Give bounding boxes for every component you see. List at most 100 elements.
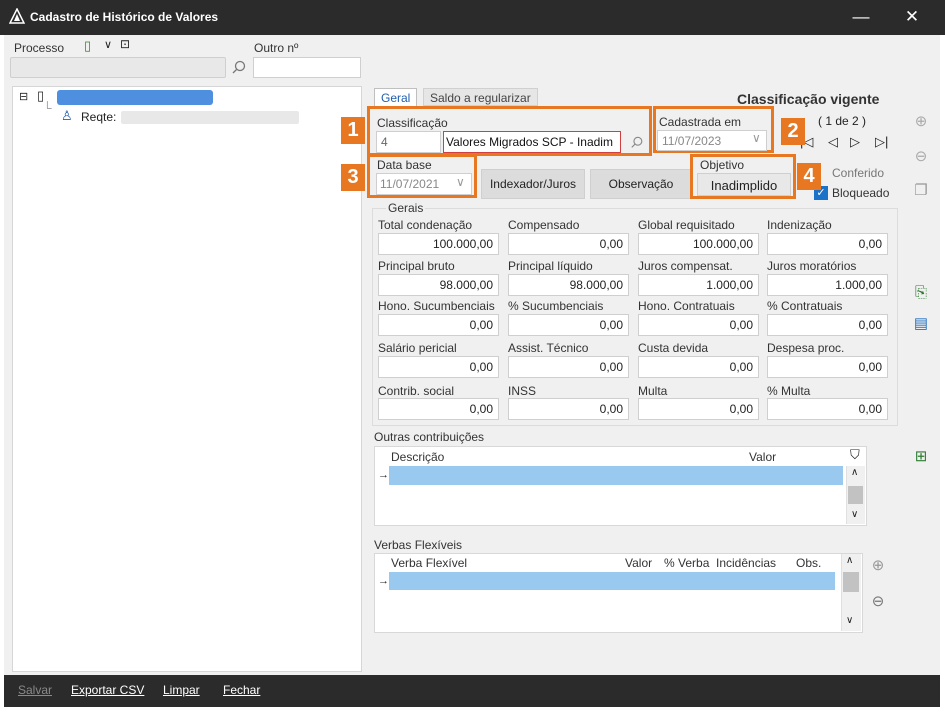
app-logo-icon xyxy=(9,8,25,24)
compensado-field[interactable]: 0,00 xyxy=(508,233,629,255)
person-icon: ♙ xyxy=(61,108,73,123)
callout-badge-3: 3 xyxy=(341,164,365,191)
objetivo-select[interactable]: Inadimplido xyxy=(697,173,791,196)
verbas-row[interactable] xyxy=(389,572,835,590)
outras-row[interactable] xyxy=(389,466,843,485)
total-condenacao-field[interactable]: 100.000,00 xyxy=(378,233,499,255)
chevron-down-icon[interactable]: ∨ xyxy=(456,175,465,189)
search-icon[interactable] xyxy=(231,60,247,76)
processo-input[interactable] xyxy=(10,57,226,78)
indexador-button[interactable]: Indexador/Juros xyxy=(481,169,585,199)
principal-bruto-label: Principal bruto xyxy=(378,259,455,273)
table-icon[interactable]: ▤ xyxy=(912,315,930,333)
pct-contratuais-field[interactable]: 0,00 xyxy=(767,314,888,336)
window-title: Cadastro de Histórico de Valores xyxy=(30,10,219,24)
chevron-down-icon: ∨ xyxy=(752,131,761,145)
close-button[interactable]: ✕ xyxy=(900,6,924,28)
hono-contratuais-field[interactable]: 0,00 xyxy=(638,314,759,336)
pct-sucumbenciais-field[interactable]: 0,00 xyxy=(508,314,629,336)
filter-icon[interactable]: ⛉ xyxy=(850,447,860,463)
juros-compensat-label: Juros compensat. xyxy=(638,259,733,273)
gerais-label: Gerais xyxy=(386,201,426,215)
scroll-down-icon[interactable]: ∨ xyxy=(846,615,853,626)
reqte-value[interactable] xyxy=(121,111,299,124)
add-verba-icon[interactable]: ⊕ xyxy=(869,557,887,575)
callout-badge-2: 2 xyxy=(781,118,805,145)
prev-page-icon[interactable]: ◁ xyxy=(828,134,838,150)
juros-moratorios-field[interactable]: 1.000,00 xyxy=(767,274,888,296)
hono-sucumbenciais-field[interactable]: 0,00 xyxy=(378,314,499,336)
multa-label: Multa xyxy=(638,384,668,398)
assist-tecnico-field[interactable]: 0,00 xyxy=(508,356,629,378)
reqte-label: Reqte: xyxy=(81,110,117,124)
contrib-social-label: Contrib. social xyxy=(378,384,455,398)
bookmark-icon[interactable]: ⊡ xyxy=(120,37,130,51)
outro-input[interactable] xyxy=(253,57,361,78)
new-process-icon[interactable]: ▯ xyxy=(84,38,91,54)
chevron-down-icon[interactable]: ∨ xyxy=(104,38,112,51)
inss-label: INSS xyxy=(508,384,537,398)
classificacao-value[interactable]: Valores Migrados SCP - Inadim xyxy=(443,131,621,153)
outras-col-descricao: Descrição xyxy=(391,450,445,464)
outras-col-valor: Valor xyxy=(749,450,777,464)
juros-moratorios-label: Juros moratórios xyxy=(767,259,857,273)
principal-liquido-field[interactable]: 98.000,00 xyxy=(508,274,629,296)
scroll-up-icon[interactable]: ∧ xyxy=(851,467,858,478)
salario-pericial-field[interactable]: 0,00 xyxy=(378,356,499,378)
observacao-button[interactable]: Observação xyxy=(590,169,692,199)
footer-bar: Salvar Exportar CSV Limpar Fechar xyxy=(4,675,940,707)
outras-grid[interactable] xyxy=(374,446,867,526)
hono-contratuais-label: Hono. Contratuais xyxy=(638,299,735,313)
add-icon[interactable]: ⊕ xyxy=(912,113,930,131)
scroll-thumb[interactable] xyxy=(848,486,863,504)
remove-icon[interactable]: ⊖ xyxy=(912,148,930,166)
principal-bruto-field[interactable]: 98.000,00 xyxy=(378,274,499,296)
hono-sucumbenciais-label: Hono. Sucumbenciais xyxy=(378,299,495,313)
pct-multa-field[interactable]: 0,00 xyxy=(767,398,888,420)
inss-field[interactable]: 0,00 xyxy=(508,398,629,420)
limpar-button[interactable]: Limpar xyxy=(163,683,200,697)
minimize-button[interactable]: — xyxy=(849,6,873,28)
juros-compensat-field[interactable]: 1.000,00 xyxy=(638,274,759,296)
collapse-icon[interactable]: ⊟ xyxy=(19,90,28,103)
scroll-down-icon[interactable]: ∨ xyxy=(851,509,858,520)
verbas-col-valor: Valor xyxy=(625,556,653,570)
last-page-icon[interactable]: ▷| xyxy=(875,134,888,150)
database-label: Data base xyxy=(377,158,432,172)
global-requisitado-field[interactable]: 100.000,00 xyxy=(638,233,759,255)
fechar-button[interactable]: Fechar xyxy=(223,683,260,697)
cadastrada-label: Cadastrada em xyxy=(659,115,742,129)
verbas-col-incidencias: Incidências xyxy=(716,556,777,570)
next-page-icon[interactable]: ▷ xyxy=(850,134,860,150)
title-bar: Cadastro de Histórico de Valores — ✕ xyxy=(0,0,945,35)
tree-node-selected[interactable] xyxy=(57,90,213,105)
verbas-label: Verbas Flexíveis xyxy=(374,538,463,552)
remove-verba-icon[interactable]: ⊖ xyxy=(869,593,887,611)
outro-label: Outro nº xyxy=(254,41,299,55)
classificacao-code[interactable]: 4 xyxy=(376,131,441,153)
document-add-icon[interactable]: ⎘ xyxy=(912,284,930,302)
process-tree[interactable]: ⊟ ▯ └ ♙ Reqte: xyxy=(12,86,362,672)
verbas-col-pct: % Verba xyxy=(664,556,710,570)
outras-label: Outras contribuições xyxy=(374,430,485,444)
add-row-icon[interactable]: ⊞ xyxy=(912,448,930,466)
exportar-csv-button[interactable]: Exportar CSV xyxy=(71,683,144,697)
callout-badge-1: 1 xyxy=(341,117,365,144)
tab-saldo[interactable]: Saldo a regularizar xyxy=(423,88,538,106)
pct-sucumbenciais-label: % Sucumbenciais xyxy=(508,299,604,313)
objetivo-label: Objetivo xyxy=(700,158,745,172)
scroll-up-icon[interactable]: ∧ xyxy=(846,555,853,566)
custa-devida-field[interactable]: 0,00 xyxy=(638,356,759,378)
multa-field[interactable]: 0,00 xyxy=(638,398,759,420)
copy-icon[interactable]: ❐ xyxy=(912,182,930,200)
scroll-thumb[interactable] xyxy=(843,572,859,592)
contrib-social-field[interactable]: 0,00 xyxy=(378,398,499,420)
custa-devida-label: Custa devida xyxy=(638,341,709,355)
salvar-button[interactable]: Salvar xyxy=(18,683,52,697)
tab-geral[interactable]: Geral xyxy=(374,88,418,106)
indenizacao-field[interactable]: 0,00 xyxy=(767,233,888,255)
conferido-label: Conferido xyxy=(832,166,885,180)
search-icon[interactable] xyxy=(630,136,644,150)
despesa-proc-field[interactable]: 0,00 xyxy=(767,356,888,378)
cadastrada-date: 11/07/2023 xyxy=(657,130,767,151)
